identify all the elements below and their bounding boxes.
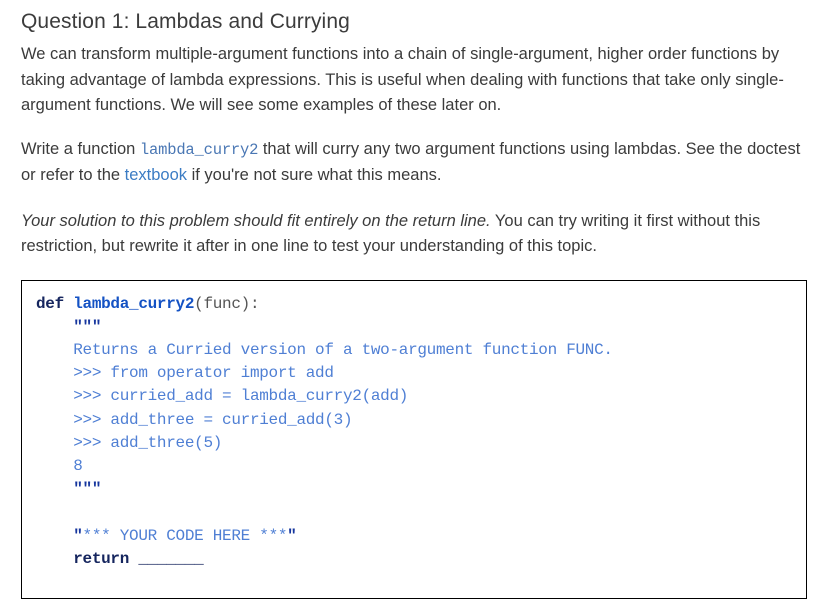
intro-paragraph: We can transform multiple-argument funct…: [21, 45, 784, 114]
task-text-part1: Write a function: [21, 139, 140, 158]
note-emphasis: Your solution to this problem should fit…: [21, 211, 491, 230]
indent-9: [36, 527, 73, 545]
indent-4: [36, 387, 73, 405]
indent-6: [36, 434, 73, 452]
inline-code-lambda-curry2: lambda_curry2: [139, 140, 259, 159]
indent-8: [36, 480, 73, 498]
page-title: Question 1: Lambdas and Currying: [21, 10, 350, 33]
doctest-line-1: >>> from operator import add: [73, 364, 334, 383]
doctest-line-4: >>> add_three(5): [73, 433, 223, 452]
todo-quote-close: ": [287, 526, 297, 545]
indent-7: [36, 457, 73, 475]
function-name: lambda_curry2: [73, 294, 195, 313]
keyword-return: return: [73, 549, 130, 568]
function-signature: (func):: [194, 294, 260, 313]
return-blank: _______: [138, 549, 204, 568]
indent-2: [36, 341, 73, 359]
indent-1: [36, 318, 73, 336]
task-paragraph: Write a function lambda_curry2 that will…: [21, 137, 811, 189]
code-block: def lambda_curry2(func): """ Returns a C…: [21, 279, 807, 599]
doctest-output: 8: [73, 456, 83, 475]
textbook-link[interactable]: textbook: [125, 166, 187, 184]
question-page: Question 1: Lambdas and Currying We can …: [0, 0, 835, 599]
task-text-part3: if you're not sure what this means.: [187, 166, 442, 184]
keyword-def: def: [36, 294, 64, 313]
todo-quote-open: ": [73, 526, 83, 545]
doctest-line-2: >>> curried_add = lambda_curry2(add): [73, 387, 409, 406]
indent-10: [36, 550, 73, 568]
python-source: def lambda_curry2(func): """ Returns a C…: [36, 293, 792, 571]
note-paragraph: Your solution to this problem should fit…: [21, 209, 811, 260]
docstring-summary: Returns a Curried version of a two-argum…: [73, 340, 613, 359]
todo-placeholder: *** YOUR CODE HERE ***: [82, 526, 288, 545]
indent-3: [36, 364, 73, 382]
triple-quote-open: """: [73, 317, 102, 336]
doctest-line-3: >>> add_three = curried_add(3): [73, 410, 353, 429]
triple-quote-close: """: [73, 480, 102, 499]
indent-5: [36, 411, 73, 429]
